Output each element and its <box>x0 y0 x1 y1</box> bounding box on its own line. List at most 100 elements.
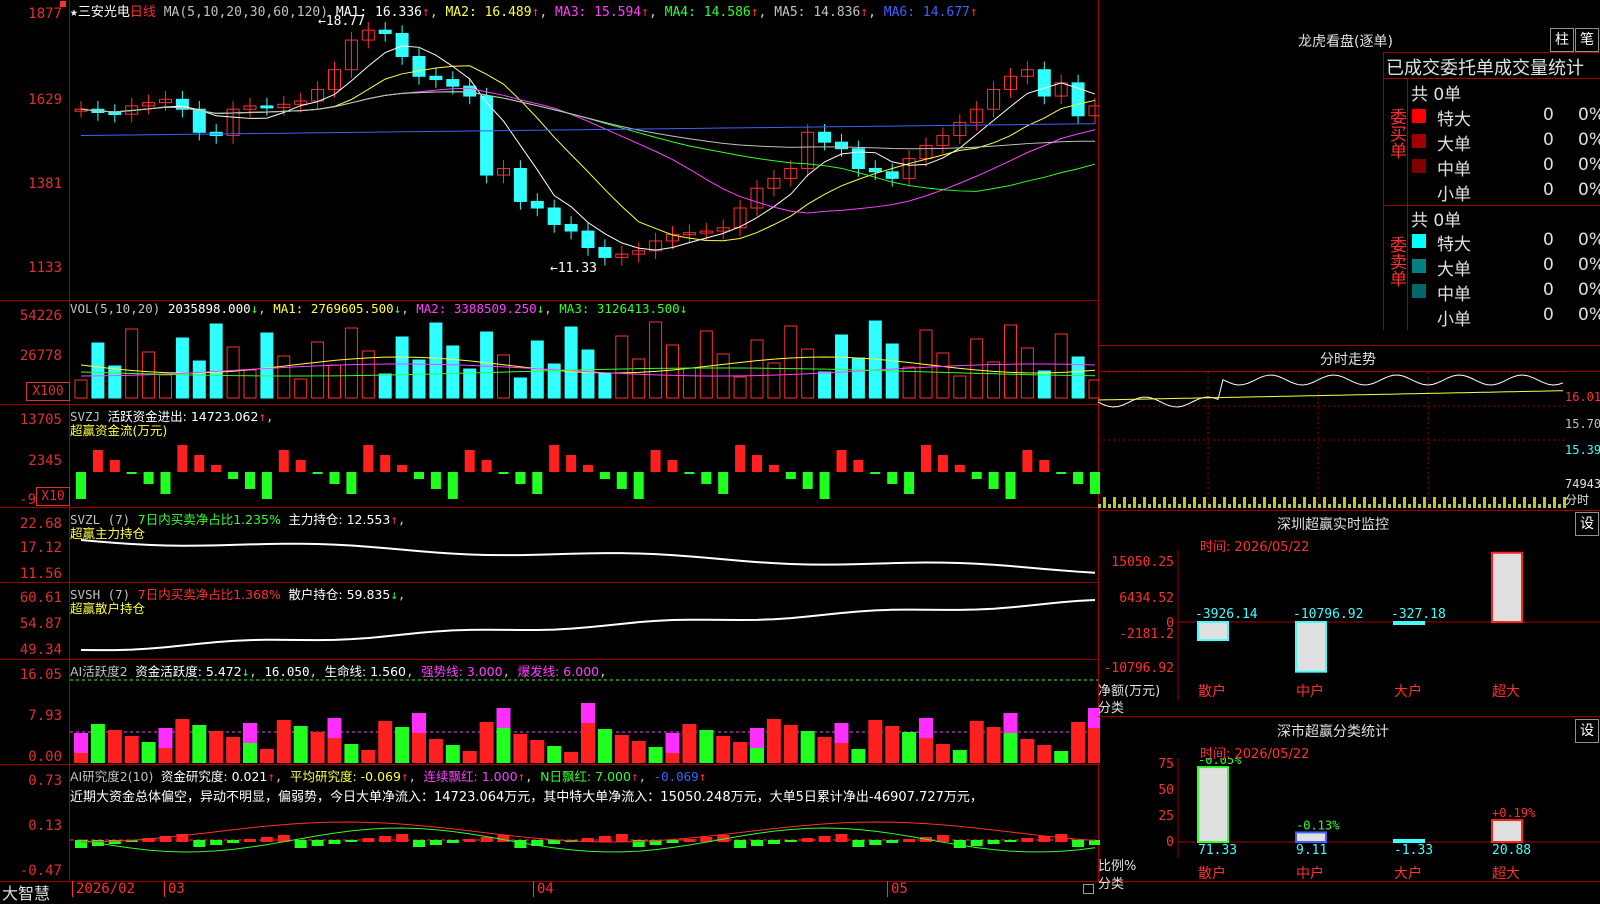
activity-bar <box>445 745 460 763</box>
category-label: 超大 <box>1492 684 1520 700</box>
research-bar <box>311 840 324 846</box>
intraday-volume-bar <box>1113 497 1116 508</box>
activity-bar <box>885 726 900 763</box>
svzj-bar <box>160 472 171 494</box>
tab-filled[interactable]: 已成交 <box>1386 54 1440 80</box>
research-bar <box>210 840 223 845</box>
order-name: 大单 <box>1437 260 1471 280</box>
intraday-volume-bar <box>1383 497 1386 508</box>
price-line <box>1098 374 1564 408</box>
dragon-title: 龙虎看盘(逐单) <box>1298 34 1393 50</box>
svzj-bar <box>853 460 864 472</box>
low-mark: ←11.33 <box>550 261 597 276</box>
pen-button[interactable]: 笔 <box>1575 28 1599 52</box>
volume-bar <box>344 327 358 399</box>
time-label: 2026/02 <box>72 881 135 897</box>
bar-button[interactable]: 柱 <box>1550 28 1574 52</box>
intraday-volume-bar <box>1558 504 1561 508</box>
intraday-volume-bar <box>1393 497 1396 508</box>
sz-class-chart[interactable]: 75 50 25 0 -0.05% 71.33 散户 -0.13% 9.11 中户 -1.33 大户 +… <box>1098 758 1600 900</box>
activity-burst-bar <box>581 703 595 723</box>
svzj-bar <box>278 450 289 472</box>
activity-bar <box>141 742 156 763</box>
svzj-bar <box>768 465 779 472</box>
intraday-volume-bar <box>1428 504 1431 508</box>
intraday-volume-bar <box>1198 504 1201 508</box>
sz-class-settings-button[interactable]: 设 <box>1575 719 1599 743</box>
category-label: 大户 <box>1394 865 1422 882</box>
intraday-volume-bar <box>1478 504 1481 508</box>
research-bar <box>514 840 527 848</box>
tab-orders[interactable]: 委托单 <box>1440 54 1494 80</box>
research-legend: AI研究度2(10) 资金研究度: 0.021↑, 平均研究度: -0.069↑… <box>70 769 707 784</box>
intraday-volume-bar <box>1473 497 1476 508</box>
axis-tick: 25 <box>1158 809 1174 824</box>
activity-burst-bar <box>1003 713 1018 733</box>
order-name: 大单 <box>1437 135 1471 155</box>
intraday-volume-bar <box>1423 497 1426 508</box>
side-sep <box>1407 78 1408 330</box>
activity-bar <box>107 730 122 763</box>
candle-body <box>446 79 460 87</box>
activity-bar <box>597 729 612 763</box>
main-chart[interactable] <box>0 0 1100 900</box>
intraday-volume-bar <box>1328 504 1331 508</box>
sz-class-title: 深市超赢分类统计 <box>1277 724 1389 740</box>
activity-bar <box>226 737 241 763</box>
intraday-volume-bar <box>1143 497 1146 508</box>
svzj-bar <box>988 472 999 489</box>
candle-body <box>818 131 832 143</box>
color-swatch <box>1412 284 1426 298</box>
svsh-sub: 超赢散户持仓 <box>70 601 146 616</box>
sz-monitor-chart[interactable]: 15050.256434.520-2181.2-10796.92-3926.14… <box>1098 550 1600 720</box>
volume-bar <box>277 355 291 399</box>
activity-bar <box>834 743 849 763</box>
svzj-bar <box>397 465 408 472</box>
intraday-volume-bar <box>1338 504 1341 508</box>
order-count: 0 <box>1543 230 1554 250</box>
candle-body <box>395 32 409 58</box>
order-count: 0 <box>1543 155 1554 175</box>
research-bar <box>1038 836 1051 842</box>
tab-frame <box>1383 52 1384 330</box>
sz-monitor-settings-button[interactable]: 设 <box>1575 512 1599 536</box>
activity-bar <box>243 743 257 763</box>
research-bar <box>1004 840 1017 842</box>
order-count: 0 <box>1543 255 1554 275</box>
svzl-line <box>80 539 1096 574</box>
order-pct: 0% <box>1578 255 1600 275</box>
intraday-volume-bar <box>1118 504 1121 508</box>
svzj-bar <box>633 472 644 499</box>
intraday-axis-label: 15.70 <box>1565 417 1600 431</box>
intraday-title: 分时走势 <box>1320 352 1376 368</box>
volume-bar <box>226 346 240 399</box>
volume-bar <box>666 344 679 399</box>
svzj-bar <box>194 455 205 472</box>
svzj-bar <box>1005 472 1016 499</box>
lock-icon[interactable] <box>1083 884 1094 894</box>
svzj-bar <box>752 455 762 472</box>
intraday-volume-bar <box>1303 497 1306 508</box>
activity-burst-bar <box>74 733 88 753</box>
activity-bar <box>90 724 105 763</box>
activity-bar <box>800 731 815 763</box>
intraday-volume-bar <box>1488 504 1491 508</box>
intraday-volume-bar <box>1213 497 1216 508</box>
svzj-bar <box>650 450 661 472</box>
axis-tick: -10796.92 <box>1104 661 1174 676</box>
svzj-bar <box>177 445 188 472</box>
volume-bar <box>192 360 206 399</box>
tab-volume-stats[interactable]: 成交量统计 <box>1494 54 1584 80</box>
activity-bar <box>158 748 173 763</box>
activity-bar <box>124 736 139 763</box>
research-bar <box>429 840 442 845</box>
intraday-chart[interactable] <box>1098 372 1568 508</box>
activity-bar <box>783 725 798 763</box>
svzj-bar <box>583 465 593 472</box>
volume-bar <box>513 377 527 399</box>
bar-change: -0.13% <box>1296 818 1340 832</box>
intraday-volume-bar <box>1263 497 1266 508</box>
activity-bar <box>969 721 984 763</box>
intraday-volume-bar <box>1358 504 1361 508</box>
intraday-volume-bar <box>1333 497 1336 508</box>
